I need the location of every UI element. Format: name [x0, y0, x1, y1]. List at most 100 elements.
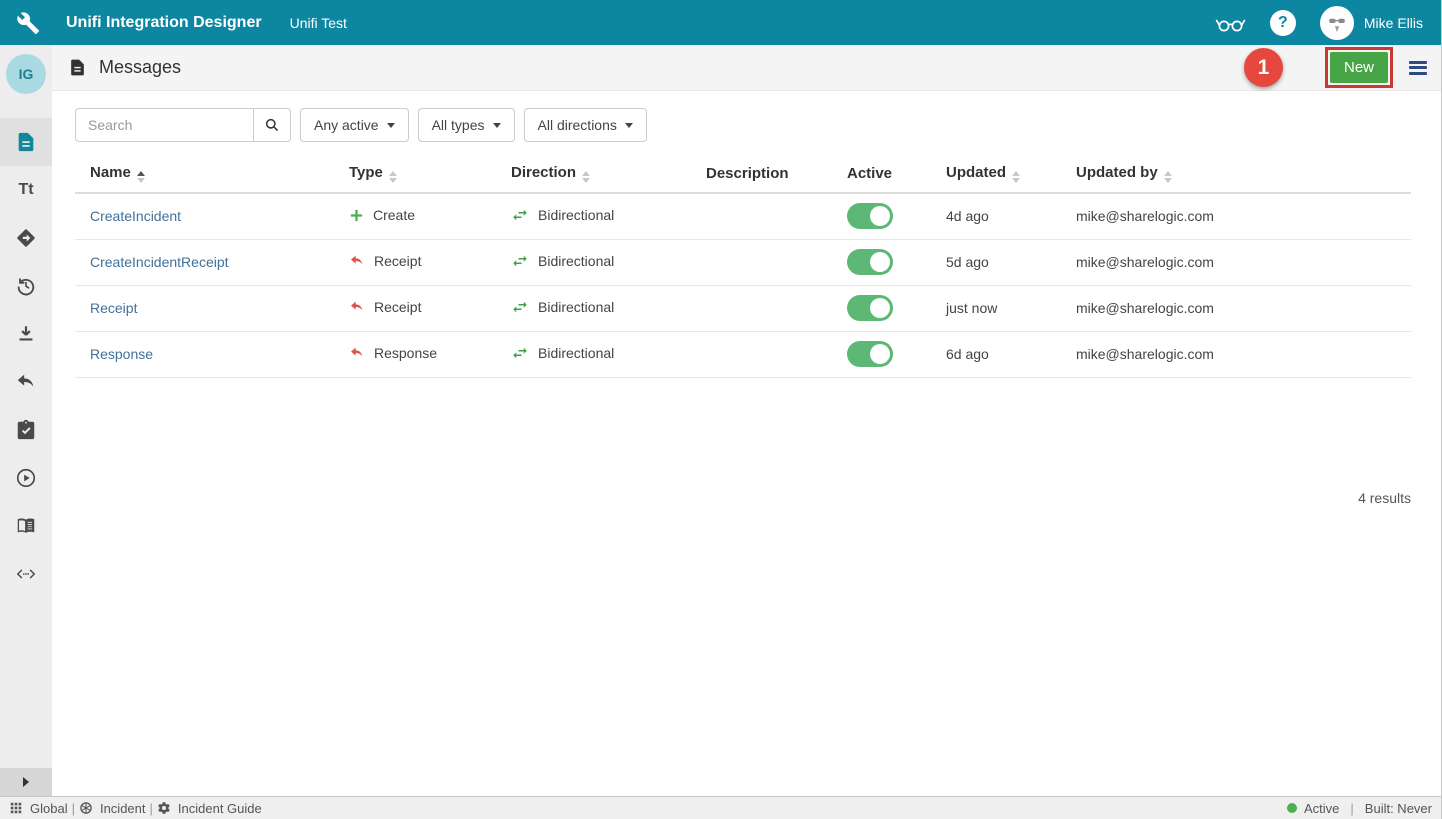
column-header-direction[interactable]: Direction [511, 155, 706, 193]
type-filter-label: All types [432, 117, 485, 133]
active-toggle[interactable] [847, 295, 893, 321]
annotation-highlight-box: New [1325, 47, 1393, 88]
sidebar-item-download[interactable] [0, 310, 52, 358]
sidebar-item-messages[interactable] [0, 118, 52, 166]
process-item[interactable]: Incident [79, 801, 146, 816]
updated-by-label: mike@sharelogic.com [1076, 300, 1214, 316]
messages-table: Name Type Direction Description Active U… [75, 155, 1411, 378]
sidebar-item-text-format[interactable]: Tt [0, 166, 52, 214]
document-icon [15, 131, 37, 153]
search-input[interactable] [75, 108, 253, 142]
sidebar-item-integration[interactable] [0, 214, 52, 262]
caret-down-icon [493, 123, 501, 128]
direction-label: Bidirectional [538, 299, 614, 315]
hamburger-menu-icon[interactable] [1409, 61, 1427, 75]
environment-name[interactable]: Unifi Test [290, 15, 347, 31]
active-toggle[interactable] [847, 249, 893, 275]
status-label: Active [1304, 801, 1339, 816]
scope-item[interactable]: Global [9, 801, 68, 816]
integration-label: Incident Guide [178, 801, 262, 816]
annotation-step-badge: 1 [1244, 48, 1283, 87]
integration-item[interactable]: Incident Guide [157, 801, 262, 816]
updated-by-label: mike@sharelogic.com [1076, 208, 1214, 224]
sidebar-item-history[interactable] [0, 262, 52, 310]
status-bar: Global | Incident | Incident Guide Activ… [0, 796, 1441, 819]
direction-label: Bidirectional [538, 345, 614, 361]
filter-bar: Any active All types All directions [75, 108, 1411, 142]
clipboard-check-icon [15, 419, 37, 441]
sort-icon [389, 171, 397, 183]
code-icon [15, 563, 37, 585]
column-header-name[interactable]: Name [75, 155, 349, 193]
history-icon [15, 275, 37, 297]
separator: | [1350, 801, 1353, 816]
active-toggle[interactable] [847, 341, 893, 367]
direction-filter-label: All directions [538, 117, 617, 133]
new-button[interactable]: New [1330, 52, 1388, 83]
reply-arrow-icon [349, 253, 365, 269]
plus-icon [349, 208, 364, 223]
user-avatar [1320, 6, 1354, 40]
separator: | [150, 801, 153, 816]
page-header: Messages 1 New [52, 45, 1441, 91]
help-icon[interactable]: ? [1270, 10, 1296, 36]
column-header-type[interactable]: Type [349, 155, 511, 193]
type-label: Receipt [374, 253, 421, 269]
main-area: Messages 1 New [52, 45, 1441, 796]
sidebar-nav: Tt [0, 118, 52, 598]
sidebar: IG Tt [0, 45, 52, 796]
updated-label: just now [946, 300, 997, 316]
active-filter-dropdown[interactable]: Any active [300, 108, 409, 142]
document-icon [68, 58, 87, 77]
type-filter-dropdown[interactable]: All types [418, 108, 515, 142]
direction-filter-dropdown[interactable]: All directions [524, 108, 647, 142]
status-dot [1287, 803, 1297, 813]
column-header-description: Description [706, 155, 847, 193]
caret-down-icon [387, 123, 395, 128]
message-link[interactable]: CreateIncidentReceipt [90, 254, 229, 270]
swap-horizontal-icon [511, 206, 529, 224]
user-name: Mike Ellis [1364, 15, 1423, 31]
user-menu[interactable]: Mike Ellis [1320, 6, 1423, 40]
top-bar: Unifi Integration Designer Unifi Test ? … [0, 0, 1441, 45]
app-title: Unifi Integration Designer [66, 14, 262, 32]
separator: | [72, 801, 75, 816]
table-row: Receipt Receipt Bidirectional just now m… [75, 285, 1411, 331]
grid-icon [9, 801, 23, 815]
sort-icon [1164, 171, 1172, 183]
active-filter-label: Any active [314, 117, 379, 133]
type-label: Response [374, 345, 437, 361]
sort-icon [582, 171, 590, 183]
sidebar-item-response[interactable] [0, 358, 52, 406]
column-header-active: Active [847, 155, 946, 193]
direction-label: Bidirectional [538, 253, 614, 269]
message-link[interactable]: Response [90, 346, 153, 362]
sidebar-item-tasks[interactable] [0, 406, 52, 454]
message-link[interactable]: Receipt [90, 300, 137, 316]
swap-horizontal-icon [511, 252, 529, 270]
scope-label: Global [30, 801, 68, 816]
content-area: Any active All types All directions [52, 91, 1441, 796]
sidebar-expand-button[interactable] [0, 768, 52, 796]
table-header-row: Name Type Direction Description Active U… [75, 155, 1411, 193]
table-row: CreateIncidentReceipt Receipt Bidirectio… [75, 239, 1411, 285]
direction-label: Bidirectional [538, 207, 614, 223]
search-icon [264, 117, 280, 133]
sidebar-item-documentation[interactable] [0, 502, 52, 550]
integration-avatar[interactable]: IG [6, 54, 46, 94]
sidebar-item-code[interactable] [0, 550, 52, 598]
process-label: Incident [100, 801, 146, 816]
sort-asc-icon [137, 171, 145, 183]
sidebar-item-run[interactable] [0, 454, 52, 502]
message-link[interactable]: CreateIncident [90, 208, 181, 224]
play-circle-icon [15, 467, 37, 489]
search-button[interactable] [253, 108, 291, 142]
built-label: Built: Never [1365, 801, 1432, 816]
glasses-icon[interactable] [1214, 10, 1246, 36]
wrench-icon [16, 11, 40, 35]
updated-label: 4d ago [946, 208, 989, 224]
download-icon [15, 323, 37, 345]
column-header-updated-by[interactable]: Updated by [1076, 155, 1411, 193]
active-toggle[interactable] [847, 203, 893, 229]
column-header-updated[interactable]: Updated [946, 155, 1076, 193]
